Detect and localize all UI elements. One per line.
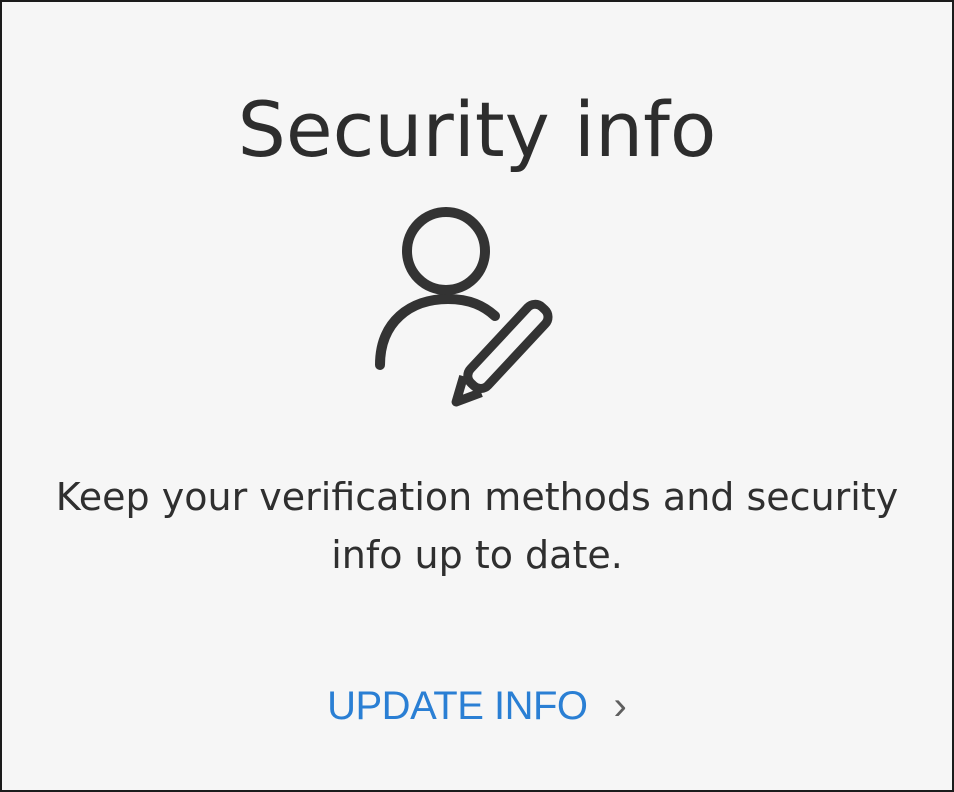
chevron-right-icon: › [613,684,627,728]
security-info-card: Security info Keep your verification met… [0,0,954,792]
update-info-label: UPDATE INFO [327,684,588,728]
card-title: Security info [237,85,717,174]
user-edit-icon [362,202,582,412]
card-description: Keep your verification methods and secur… [55,475,899,577]
update-info-link[interactable]: UPDATE INFO › [2,678,952,734]
